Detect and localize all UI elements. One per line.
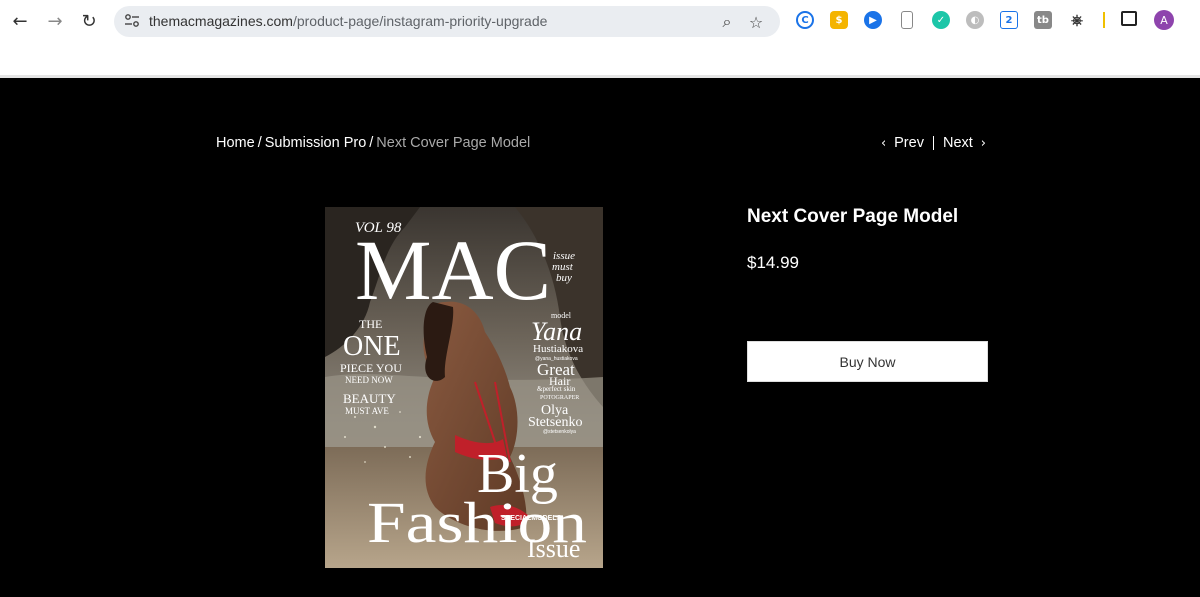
cover-left-line-6: MUST AVE (345, 406, 389, 416)
product-pager: ‹ Prev Next › (881, 135, 986, 151)
browser-toolbar: ← → ↻ themacmagazines.com/product-page/i… (0, 0, 1200, 78)
toolbar-divider (1103, 12, 1105, 28)
cover-left-line-1: THE (359, 317, 382, 331)
pager-divider (932, 136, 934, 150)
zoom-icon[interactable]: ⌕ (718, 12, 736, 31)
cover-skin: &perfect skin (537, 385, 576, 393)
cover-photog-last: Stetsenko (528, 415, 582, 430)
cover-left-line-5: BEAUTY (343, 391, 396, 406)
extension-honey-icon[interactable]: $ (830, 11, 848, 29)
breadcrumb: Home / Submission Pro / Next Cover Page Mode… (216, 135, 531, 151)
extension-c-icon[interactable]: C (796, 11, 814, 29)
prev-link[interactable]: Prev (894, 135, 924, 151)
cover-photographer-label: POTOGRAPER (540, 395, 579, 401)
extension-translate-icon[interactable]: 2 (1000, 11, 1018, 29)
extensions-puzzle-icon[interactable]: ⎈ (1068, 11, 1086, 29)
extension-globe-icon[interactable]: ◐ (966, 11, 984, 29)
cover-left-line-3: PIECE YOU (340, 361, 402, 375)
buy-now-button[interactable]: Buy Now (747, 341, 988, 382)
breadcrumb-category-link[interactable]: Submission Pro (265, 135, 367, 151)
url-text[interactable]: themacmagazines.com/product-page/instagr… (149, 13, 547, 29)
extension-play-icon[interactable]: ▶ (864, 11, 882, 29)
cover-left-line-2: ONE (343, 331, 401, 362)
breadcrumb-current: Next Cover Page Model (376, 135, 531, 151)
cover-masthead: MAC (355, 222, 551, 318)
profile-avatar[interactable]: A (1154, 10, 1174, 30)
extension-phone-icon[interactable] (901, 11, 913, 29)
cover-side-issue-3: buy (556, 272, 572, 284)
breadcrumb-home-link[interactable]: Home (216, 135, 255, 151)
cover-model-first: Yana (531, 317, 582, 346)
forward-arrow-icon[interactable]: → (44, 10, 66, 32)
product-price: $14.99 (747, 253, 799, 272)
extension-check-icon[interactable]: ✓ (932, 11, 950, 29)
bookmark-star-icon[interactable]: ☆ (747, 13, 765, 32)
address-bar[interactable]: themacmagazines.com/product-page/instagr… (114, 6, 780, 37)
site-settings-icon[interactable] (124, 13, 140, 29)
cover-issue: Issue (527, 534, 580, 563)
cover-special: SPECIALMODELS (501, 515, 562, 522)
product-title: Next Cover Page Model (747, 206, 959, 227)
next-link[interactable]: Next (943, 135, 973, 151)
product-page: Home / Submission Pro / Next Cover Page Mode… (0, 78, 1200, 597)
extension-tb-icon[interactable]: tb (1034, 11, 1052, 29)
back-arrow-icon[interactable]: ← (9, 10, 31, 32)
magazine-cover-image[interactable]: VOL 98 MAC issue must buy THE ONE PIECE … (325, 207, 603, 568)
side-panel-icon[interactable] (1121, 11, 1137, 26)
cover-model-last: Hustiakova (533, 343, 583, 355)
cover-photog-handle: @stetsenkolya (543, 429, 576, 435)
chevron-left-icon[interactable]: ‹ (881, 136, 886, 151)
chevron-right-icon[interactable]: › (981, 136, 986, 151)
cover-left-line-4: NEED NOW (345, 375, 393, 385)
reload-icon[interactable]: ↻ (78, 10, 100, 32)
